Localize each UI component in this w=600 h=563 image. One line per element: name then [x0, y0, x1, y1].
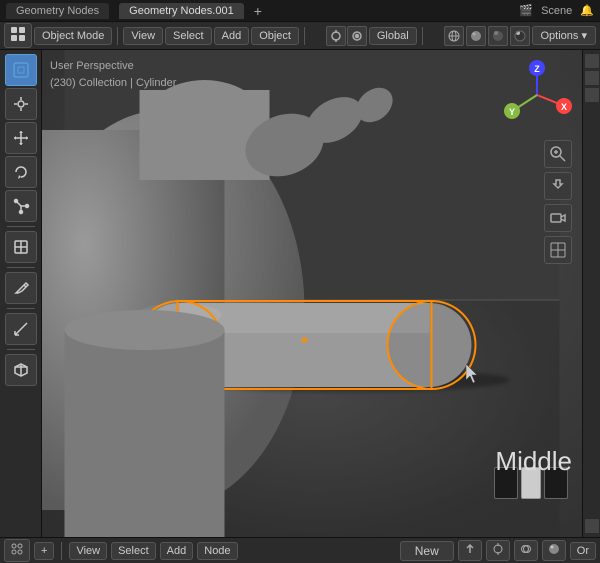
rotate-tool-btn[interactable]	[5, 156, 37, 188]
scene-label: Scene	[541, 5, 572, 17]
bottom-sep-1	[61, 542, 62, 560]
select-tool-btn[interactable]	[5, 54, 37, 86]
bottom-snap-btn[interactable]	[486, 540, 510, 561]
render-mode-btn[interactable]	[510, 26, 530, 46]
title-bar: Geometry Nodes Geometry Nodes.001 + 🎬 Sc…	[0, 0, 600, 22]
bottom-select-btn[interactable]: Select	[111, 542, 156, 560]
cursor-tool-btn[interactable]	[5, 88, 37, 120]
right-panel-btn-1[interactable]	[585, 54, 599, 68]
object-menu-button[interactable]: Object	[251, 27, 299, 45]
select-menu-button[interactable]: Select	[165, 27, 212, 45]
bottom-new-btn[interactable]: New	[400, 541, 454, 561]
toolbar-sep-3	[422, 27, 423, 45]
global-button[interactable]: Global	[369, 27, 417, 45]
viewport-svg	[42, 50, 582, 537]
bottom-editor-type-btn[interactable]	[4, 539, 30, 562]
toolbar-sep-2	[304, 27, 305, 45]
tool-sep-4	[7, 349, 35, 350]
editor-type-button[interactable]	[4, 23, 32, 48]
add-tab-button[interactable]: +	[254, 3, 262, 19]
options-button[interactable]: Options ▾	[532, 26, 597, 45]
bottom-or-label: Or	[570, 542, 596, 560]
tool-sep-2	[7, 267, 35, 268]
move-tool-btn[interactable]	[5, 122, 37, 154]
right-panel-btn-2[interactable]	[585, 71, 599, 85]
tool-sep-1	[7, 226, 35, 227]
measure-tool-btn[interactable]	[5, 313, 37, 345]
notification-icon[interactable]: 🔔	[580, 4, 594, 17]
tab-geometry-nodes[interactable]: Geometry Nodes	[6, 3, 109, 19]
annotate-tool-btn[interactable]	[5, 272, 37, 304]
left-toolbar	[0, 50, 42, 537]
bottom-node-btn[interactable]: Node	[197, 542, 237, 560]
svg-text:Z: Z	[534, 64, 540, 74]
solid-mode-btn[interactable]	[466, 26, 486, 46]
toolbar-sep-1	[117, 27, 118, 45]
object-mode-button[interactable]: Object Mode	[34, 27, 112, 45]
zoom-tool-btn[interactable]	[544, 140, 572, 168]
tool-sep-3	[7, 308, 35, 309]
bottom-shading-btn[interactable]	[542, 540, 566, 561]
shade-box-light[interactable]	[521, 467, 541, 499]
add-cube-btn[interactable]	[5, 354, 37, 386]
proportional-btn[interactable]	[347, 26, 367, 46]
main-area: User Perspective (230) Collection | Cyli…	[0, 50, 600, 537]
shading-display	[494, 467, 568, 499]
pan-tool-btn[interactable]	[544, 172, 572, 200]
shade-box-dark[interactable]	[494, 467, 518, 499]
svg-text:Y: Y	[509, 107, 515, 117]
right-panel-btn-3[interactable]	[585, 88, 599, 102]
material-mode-btn[interactable]	[488, 26, 508, 46]
view-menu-button[interactable]: View	[123, 27, 163, 45]
right-panel	[582, 50, 600, 537]
right-panel-btn-4[interactable]	[585, 519, 599, 533]
tab-geometry-nodes-001[interactable]: Geometry Nodes.001	[119, 3, 244, 19]
transform-tool-btn[interactable]	[5, 231, 37, 263]
viewport-3d[interactable]: User Perspective (230) Collection | Cyli…	[42, 50, 582, 537]
camera-tool-btn[interactable]	[544, 204, 572, 232]
bottom-toolbar: + View Select Add Node New	[0, 537, 600, 563]
title-bar-right: 🎬 Scene 🔔	[519, 4, 594, 17]
scale-tool-btn[interactable]	[5, 190, 37, 222]
add-menu-button[interactable]: Add	[214, 27, 250, 45]
bottom-add-button[interactable]: +	[34, 542, 54, 560]
snap-btn[interactable]	[326, 26, 346, 46]
bottom-add-menu-btn[interactable]: Add	[160, 542, 194, 560]
top-toolbar: Object Mode View Select Add Object Globa…	[0, 22, 600, 50]
blender-icon: 🎬	[519, 4, 533, 17]
pin-icon[interactable]	[458, 540, 482, 561]
shade-box-dark2[interactable]	[544, 467, 568, 499]
svg-text:X: X	[561, 102, 567, 112]
snap-icons	[326, 26, 367, 46]
right-gizmo-tools	[544, 140, 572, 264]
bottom-overlay-btn[interactable]	[514, 540, 538, 561]
gizmo-widget[interactable]: Z X Y	[502, 60, 572, 130]
wireframe-mode-btn[interactable]	[444, 26, 464, 46]
bottom-view-btn[interactable]: View	[69, 542, 107, 560]
grid-tool-btn[interactable]	[544, 236, 572, 264]
